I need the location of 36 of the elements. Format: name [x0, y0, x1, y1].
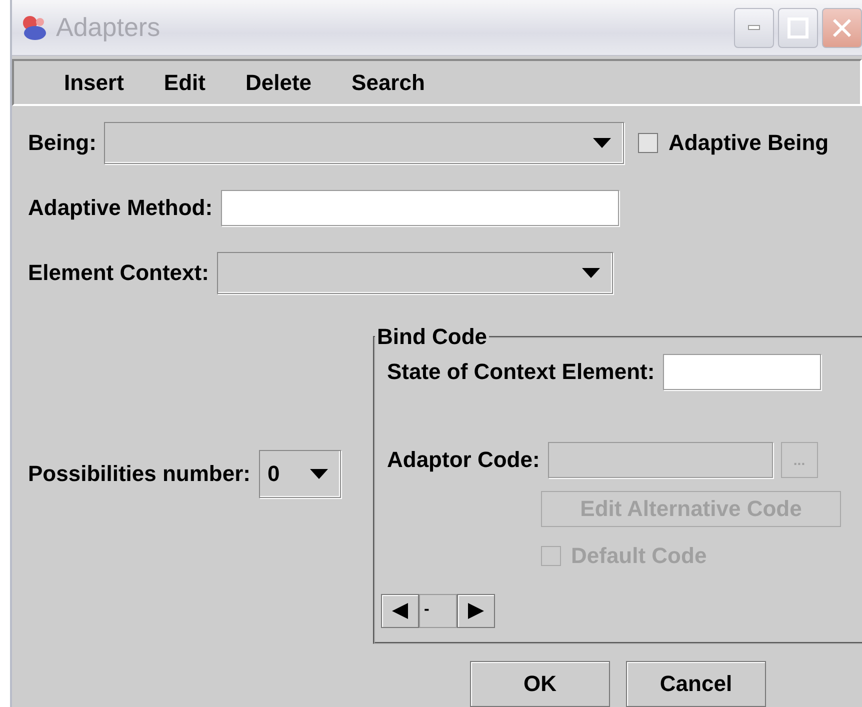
field-label: Possibilities number:	[28, 461, 250, 487]
checkbox-label: Adaptive Being	[668, 130, 829, 156]
maximize-button[interactable]	[778, 8, 818, 48]
minimize-icon	[748, 25, 760, 30]
close-button[interactable]	[822, 8, 862, 48]
being-dropdown[interactable]	[104, 122, 624, 164]
field-label: State of Context Element:	[387, 359, 655, 385]
dropdown-arrow-icon	[593, 138, 612, 148]
left-triangle-icon	[392, 603, 408, 619]
edit-menu[interactable]: Edit	[144, 70, 226, 96]
group-title: Bind Code	[376, 324, 488, 350]
possibilities-dropdown[interactable]: 0	[258, 450, 340, 498]
next-button[interactable]	[457, 594, 495, 628]
close-icon	[831, 16, 853, 39]
field-label: Being:	[28, 130, 96, 156]
search-menu[interactable]: Search	[332, 70, 445, 96]
previous-button[interactable]	[381, 594, 419, 628]
navigator-value: -	[419, 594, 457, 628]
text-field[interactable]	[662, 354, 821, 390]
cancel-button[interactable]: Cancel	[626, 661, 766, 707]
text-field[interactable]	[220, 190, 619, 226]
window-title: Adapters	[56, 12, 162, 44]
right-triangle-icon	[468, 603, 484, 619]
minimize-button[interactable]	[734, 8, 774, 48]
delete-menu[interactable]: Delete	[225, 70, 332, 96]
insert-menu[interactable]: Insert	[44, 70, 144, 96]
ok-button[interactable]: OK	[470, 661, 610, 707]
dropdown-arrow-icon	[582, 268, 600, 278]
field-label: Element Context:	[28, 260, 209, 286]
maximize-icon	[787, 16, 809, 39]
field-label: Adaptor Code:	[387, 447, 540, 473]
app-icon	[20, 14, 48, 42]
field-label: Adaptive Method:	[28, 195, 213, 221]
dropdown-arrow-icon	[310, 469, 328, 479]
checkbox[interactable]	[638, 133, 658, 153]
element-context-dropdown[interactable]	[216, 252, 613, 294]
